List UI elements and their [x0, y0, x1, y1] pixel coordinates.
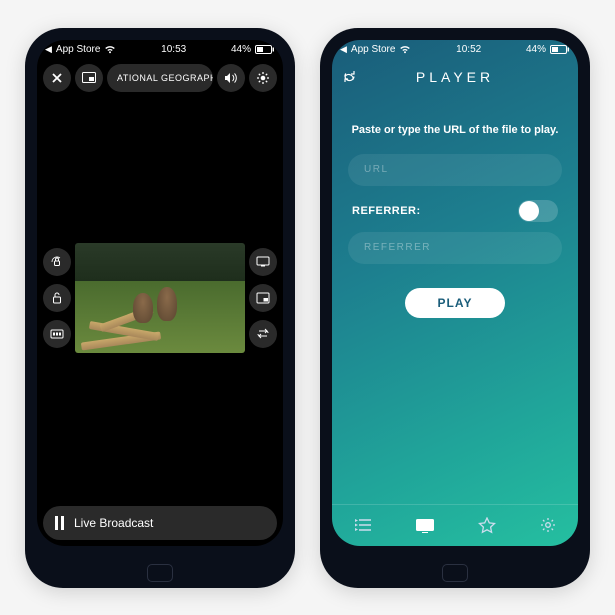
- page-title: PLAYER: [416, 69, 494, 85]
- referrer-toggle[interactable]: [518, 200, 558, 222]
- url-placeholder: URL: [364, 164, 389, 175]
- star-icon[interactable]: [478, 517, 496, 534]
- picture-in-picture-swap-icon[interactable]: [75, 64, 103, 92]
- bottom-tab-bar: [332, 504, 578, 546]
- screen-right: ◀ App Store 10:52 44% PLAYER Paste or ty…: [332, 40, 578, 546]
- clock: 10:53: [161, 44, 186, 55]
- play-button[interactable]: PLAY: [405, 288, 505, 318]
- back-to-app-icon[interactable]: ◀: [45, 44, 52, 55]
- referrer-label: REFERRER:: [352, 205, 421, 217]
- home-button[interactable]: [442, 564, 468, 582]
- gear-icon[interactable]: [539, 516, 557, 534]
- playlist-icon[interactable]: [354, 518, 372, 532]
- player-form: Paste or type the URL of the file to pla…: [332, 94, 578, 504]
- screen-icon[interactable]: [415, 518, 435, 533]
- screen-left: ◀ App Store 10:53 44% ATIONAL GEOGRA: [37, 40, 283, 546]
- loop-icon[interactable]: [249, 320, 277, 348]
- side-controls-right: [249, 248, 277, 348]
- prompt-text: Paste or type the URL of the file to pla…: [352, 124, 559, 136]
- phone-left: ◀ App Store 10:53 44% ATIONAL GEOGRA: [25, 28, 295, 588]
- battery-percent: 44%: [526, 44, 546, 55]
- referrer-row: REFERRER:: [348, 200, 562, 222]
- referrer-placeholder: REFERRER: [364, 242, 431, 253]
- battery-icon: [550, 45, 570, 54]
- back-to-app-label[interactable]: App Store: [56, 44, 100, 55]
- app-header: PLAYER: [332, 60, 578, 94]
- volume-button[interactable]: [217, 64, 245, 92]
- quality-icon[interactable]: [43, 320, 71, 348]
- refresh-button[interactable]: [342, 69, 357, 84]
- video-thumbnail: [75, 243, 245, 353]
- referrer-input[interactable]: REFERRER: [348, 232, 562, 264]
- play-button-label: PLAY: [438, 296, 473, 310]
- player-top-toolbar: ATIONAL GEOGRAPHIC: [37, 60, 283, 96]
- phone-right: ◀ App Store 10:52 44% PLAYER Paste or ty…: [320, 28, 590, 588]
- back-to-app-icon[interactable]: ◀: [340, 44, 347, 55]
- back-to-app-label[interactable]: App Store: [351, 44, 395, 55]
- battery-percent: 44%: [231, 44, 251, 55]
- pause-button[interactable]: [55, 516, 64, 530]
- playback-bar: Live Broadcast: [43, 506, 277, 540]
- battery-icon: [255, 45, 275, 54]
- display-icon[interactable]: [249, 248, 277, 276]
- ios-status-bar: ◀ App Store 10:52 44%: [332, 40, 578, 60]
- side-controls-left: [43, 248, 71, 348]
- brightness-button[interactable]: [249, 64, 277, 92]
- video-viewport[interactable]: [37, 96, 283, 500]
- close-button[interactable]: [43, 64, 71, 92]
- url-input[interactable]: URL: [348, 154, 562, 186]
- rotation-lock-icon[interactable]: [43, 248, 71, 276]
- wifi-icon: [104, 45, 116, 54]
- clock: 10:52: [456, 44, 481, 55]
- pip-icon[interactable]: [249, 284, 277, 312]
- home-button[interactable]: [147, 564, 173, 582]
- playback-status: Live Broadcast: [74, 516, 153, 530]
- unlock-icon[interactable]: [43, 284, 71, 312]
- channel-title[interactable]: ATIONAL GEOGRAPHIC: [107, 64, 213, 92]
- wifi-icon: [399, 45, 411, 54]
- ios-status-bar: ◀ App Store 10:53 44%: [37, 40, 283, 60]
